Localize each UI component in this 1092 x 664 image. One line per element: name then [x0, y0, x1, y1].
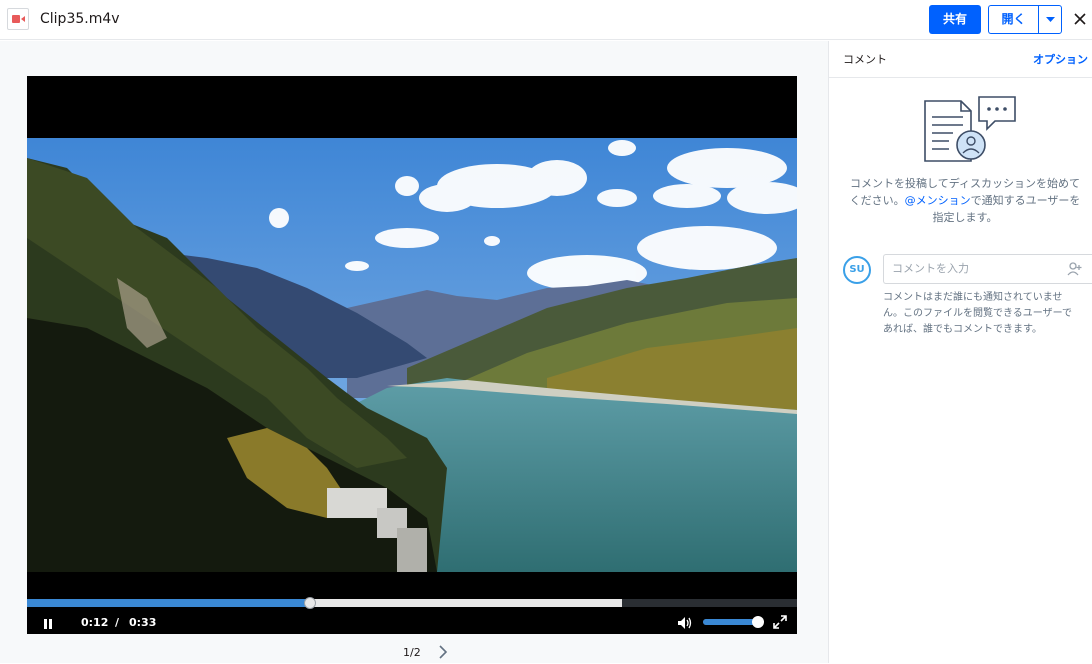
- pause-icon: [44, 619, 52, 629]
- seek-bar[interactable]: [27, 597, 797, 609]
- page-indicator: 1/2: [403, 646, 421, 659]
- fullscreen-icon: [773, 615, 787, 629]
- comments-title: コメント: [843, 53, 887, 66]
- empty-comments-message: コメントを投稿してディスカッションを始めて ください。@メンションで通知するユー…: [849, 177, 1081, 224]
- video-frame[interactable]: [27, 138, 797, 572]
- video-still-image: [27, 138, 797, 572]
- close-button[interactable]: [1070, 9, 1090, 29]
- pager: 1/2: [0, 641, 828, 663]
- video-file-icon: [7, 8, 29, 30]
- top-bar: Clip35.m4v 共有 開く: [0, 0, 1092, 40]
- avatar: SU: [843, 256, 871, 284]
- open-options-button[interactable]: [1038, 5, 1062, 34]
- pause-button[interactable]: [41, 616, 55, 630]
- open-button[interactable]: 開く: [988, 5, 1038, 34]
- time-separator: /: [115, 616, 120, 629]
- divider: [829, 77, 1092, 78]
- volume-button[interactable]: [677, 615, 693, 629]
- share-button[interactable]: 共有: [929, 5, 981, 34]
- volume-slider[interactable]: [703, 616, 764, 628]
- chevron-down-icon: [1046, 17, 1055, 22]
- seek-handle[interactable]: [303, 597, 316, 609]
- chevron-right-icon: [439, 645, 448, 659]
- played-bar: [27, 599, 310, 607]
- options-link[interactable]: オプション: [1033, 51, 1088, 67]
- add-user-icon[interactable]: [1067, 261, 1083, 277]
- speaker-icon: [678, 617, 692, 629]
- file-name: Clip35.m4v: [40, 11, 120, 27]
- comments-illustration: [923, 95, 1017, 163]
- volume-handle[interactable]: [751, 616, 764, 628]
- comment-notice: コメントはまだ誰にも通知されていませ ん。このファイルを閲覧できるユーザーで あ…: [883, 292, 1072, 335]
- preview-area: 0:12 / 0:33 1/2: [0, 41, 828, 663]
- comments-panel: コメント オプション コメントを投稿してディスカッションを始めて ください。@メ…: [828, 41, 1092, 663]
- current-time: 0:12: [81, 616, 109, 629]
- fullscreen-button[interactable]: [773, 614, 787, 629]
- video-player[interactable]: 0:12 / 0:33: [27, 76, 797, 634]
- mention-link[interactable]: @メンション: [905, 194, 971, 207]
- comment-input[interactable]: コメントを入力: [883, 254, 1092, 284]
- close-icon: [1074, 13, 1086, 25]
- duration: 0:33: [129, 616, 157, 629]
- next-page-button[interactable]: [436, 644, 450, 660]
- volume-level: [703, 619, 758, 625]
